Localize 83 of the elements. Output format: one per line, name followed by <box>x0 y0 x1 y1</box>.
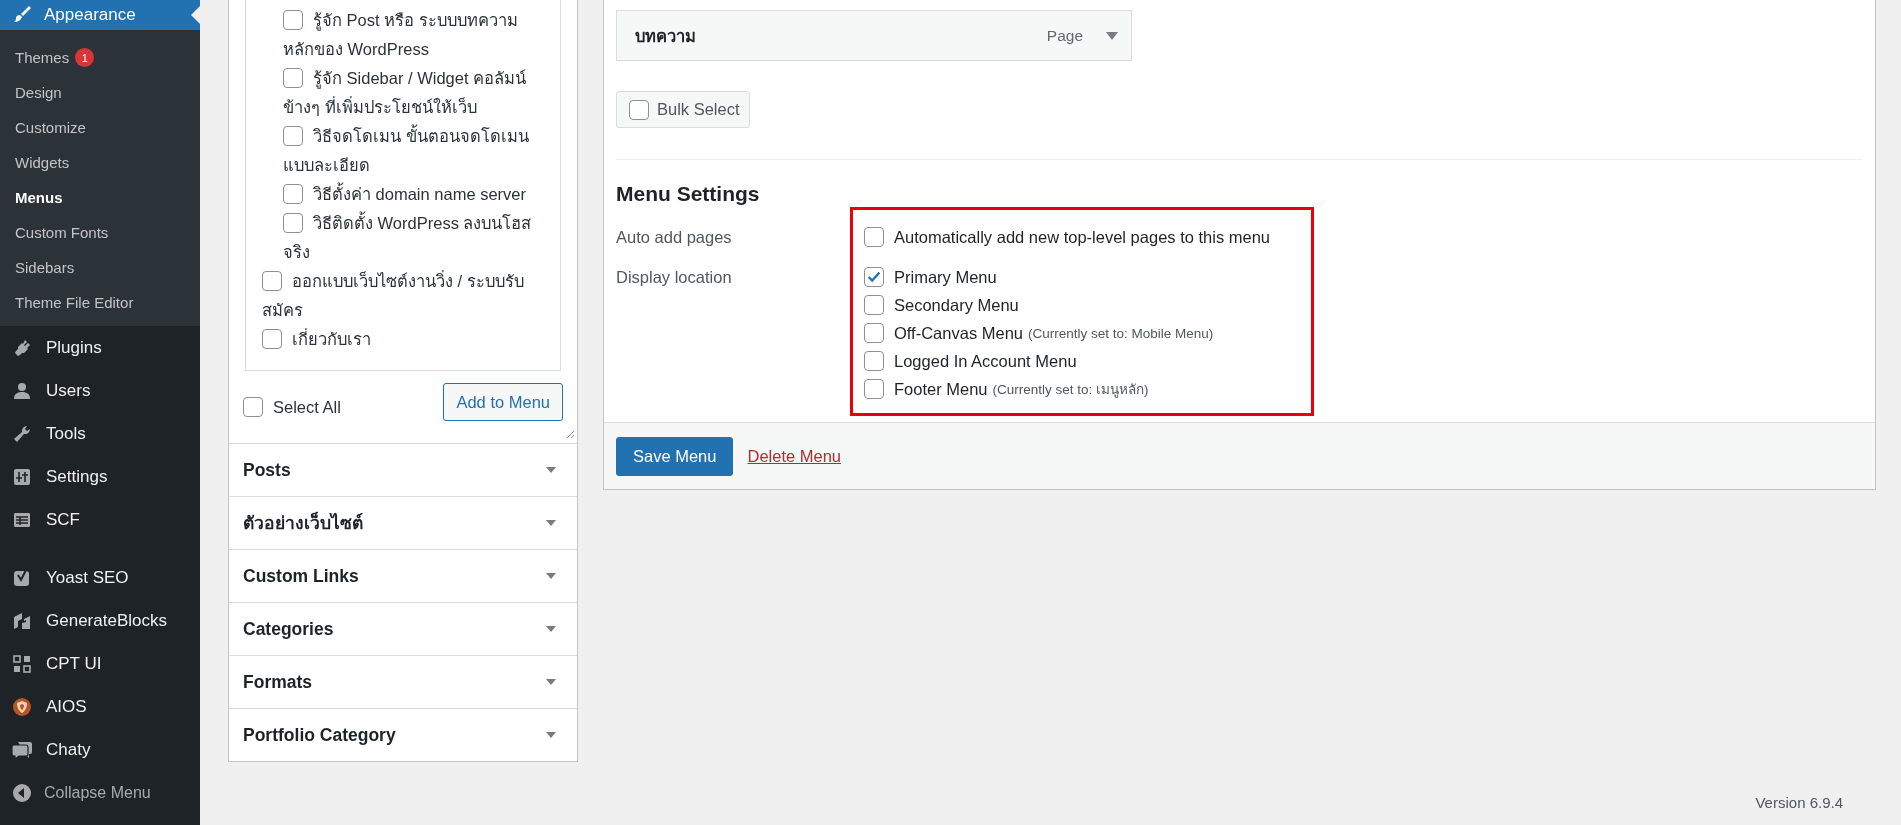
section-title: Custom Links <box>243 565 359 587</box>
menu-item[interactable]: CPT UI <box>0 642 200 685</box>
page-option[interactable]: รู้จัก Sidebar / Widget คอลัมน์ข้างๆ ที่เพิ่มประโยชน์ให้เว็บ <box>246 64 546 122</box>
blocks-icon <box>12 610 32 631</box>
accordion-section[interactable]: Categories <box>229 602 577 655</box>
menu-item[interactable]: Appearance <box>0 0 200 30</box>
caret-icon <box>545 466 557 474</box>
setting-label: Display location <box>616 267 733 288</box>
section-title: Posts <box>243 459 291 481</box>
caret-icon <box>545 731 557 739</box>
page-option[interactable]: รู้จัก Post หรือ ระบบบทความหลักของ WordPress <box>246 6 546 64</box>
caret-icon <box>545 625 557 633</box>
menu-item[interactable]: Users <box>0 369 200 412</box>
accordion-section[interactable]: Posts <box>229 443 577 496</box>
plug-icon <box>12 337 32 358</box>
menu-item[interactable]: GenerateBlocks <box>0 599 200 642</box>
menu-item[interactable]: AIOS <box>0 685 200 728</box>
checkbox[interactable] <box>283 10 303 30</box>
section-title: Categories <box>243 618 334 640</box>
user-icon <box>12 380 32 401</box>
accordion-section[interactable]: Portfolio Category <box>229 708 577 761</box>
menu-item-title: บทความ <box>635 25 697 47</box>
location-option[interactable]: Logged In Account Menu <box>864 347 1271 375</box>
setting-label: Auto add pages <box>616 227 733 248</box>
checkbox[interactable] <box>262 271 282 291</box>
checkbox[interactable] <box>283 68 303 88</box>
section-title: Portfolio Category <box>243 724 396 746</box>
select-all-checkbox[interactable]: Select All <box>243 397 341 417</box>
location-option[interactable]: Off-Canvas Menu (Currently set to: Mobile Menu) <box>864 319 1271 347</box>
page-option[interactable]: วิธีติดตั้ง WordPress ลงบนโฮสจริง <box>246 209 546 267</box>
grid-icon <box>12 653 32 674</box>
menu-item-type: Page <box>1046 26 1083 45</box>
caret-icon <box>545 572 557 580</box>
collapse-menu-button[interactable]: Collapse Menu <box>0 771 200 814</box>
location-option[interactable]: Secondary Menu <box>864 291 1271 319</box>
brush-icon <box>12 5 32 25</box>
submenu-item[interactable]: Themes 1 <box>0 40 200 75</box>
section-heading: Menu Settings <box>616 181 761 206</box>
submenu-item[interactable]: Widgets <box>0 145 200 180</box>
checkbox[interactable] <box>283 184 303 204</box>
version-text: Version 6.9.4 <box>1755 794 1844 813</box>
submenu-item[interactable]: Design <box>0 75 200 110</box>
accordion-section[interactable]: Formats <box>229 655 577 708</box>
page-option[interactable]: เกี่ยวกับเรา <box>246 325 546 354</box>
delete-menu-link[interactable]: Delete Menu <box>747 447 842 466</box>
submenu-item[interactable]: Customize <box>0 110 200 145</box>
shield-icon <box>12 696 32 717</box>
menu-item[interactable]: SCF <box>0 498 200 541</box>
location-option[interactable]: Footer Menu (Currently set to: เมนูหลัก) <box>864 375 1271 403</box>
caret-icon <box>545 519 557 527</box>
submenu-item[interactable]: Sidebars <box>0 250 200 285</box>
caret-icon <box>545 678 557 686</box>
menu-item[interactable]: Tools <box>0 412 200 455</box>
caret-icon[interactable] <box>1105 30 1119 41</box>
submenu-item[interactable]: Theme File Editor <box>0 285 200 320</box>
location-option[interactable]: Primary Menu <box>864 263 1271 291</box>
page-option[interactable]: วิธีจดโดเมน ขั้นตอนจดโดเมน แบบละเอียด <box>246 122 546 180</box>
wrench-icon <box>12 423 32 444</box>
submenu-item[interactable]: Menus <box>0 180 200 215</box>
accordion-section[interactable]: ตัวอย่างเว็บไซต์ <box>229 496 577 549</box>
page-option[interactable]: ออกแบบเว็บไซต์งานวิ่ง / ระบบรับสมัคร <box>246 267 546 325</box>
menu-item[interactable]: Yoast SEO <box>0 556 200 599</box>
resize-handle-icon[interactable] <box>566 430 575 439</box>
menu-item[interactable]: Plugins <box>0 326 200 369</box>
accordion-section[interactable]: Custom Links <box>229 549 577 602</box>
checkbox[interactable] <box>283 126 303 146</box>
chat-icon <box>12 739 34 760</box>
menu-item[interactable]: Chaty <box>0 728 200 771</box>
page-option[interactable]: วิธีตั้งค่า domain name server <box>246 180 546 209</box>
bulk-select-button[interactable]: Bulk Select <box>616 91 750 128</box>
section-title: Formats <box>243 671 313 693</box>
sliders-icon <box>12 466 32 487</box>
collapse-icon <box>12 782 32 803</box>
section-title: ตัวอย่างเว็บไซต์ <box>243 510 363 535</box>
add-to-menu-button[interactable]: Add to Menu <box>443 383 563 421</box>
menu-item-bar[interactable]: บทความ Page <box>616 10 1132 61</box>
update-count-badge: 1 <box>75 48 95 67</box>
submenu-item[interactable]: Custom Fonts <box>0 215 200 250</box>
save-menu-button[interactable]: Save Menu <box>616 437 734 476</box>
setting-option[interactable]: Automatically add new top-level pages to this menu <box>864 223 1271 251</box>
checkbox[interactable] <box>262 329 282 349</box>
checkbox[interactable] <box>283 213 303 233</box>
menu-item[interactable]: Settings <box>0 455 200 498</box>
